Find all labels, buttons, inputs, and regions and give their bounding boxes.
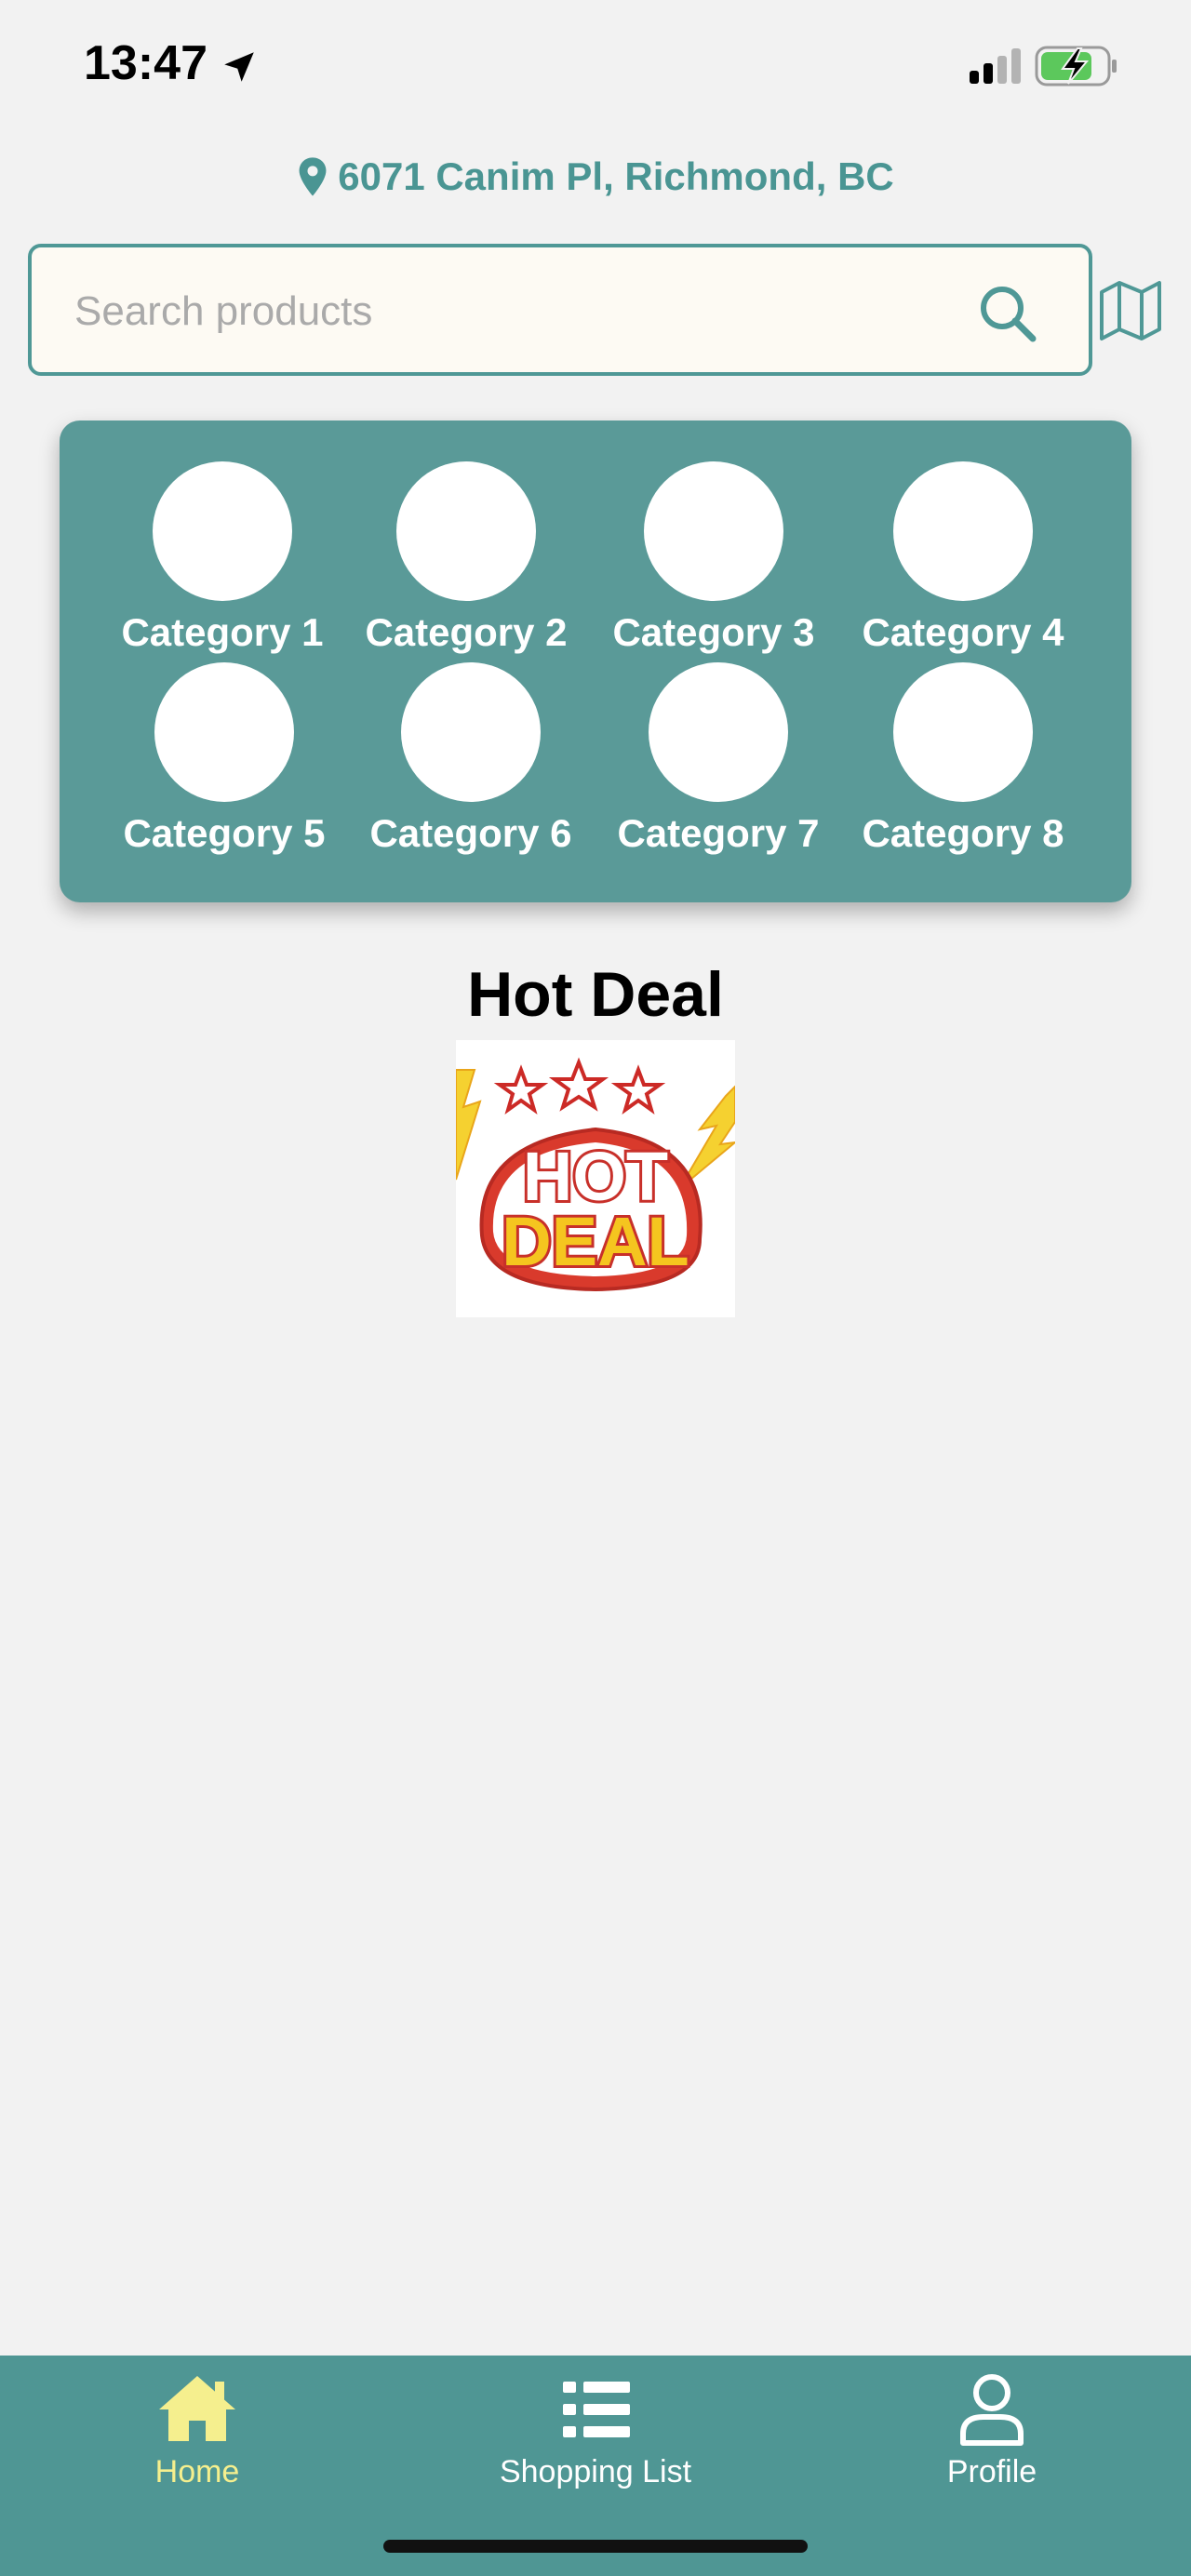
home-icon bbox=[159, 2376, 235, 2441]
nav-item-shopping-list[interactable]: Shopping List bbox=[456, 2356, 735, 2542]
cellular-signal-icon bbox=[970, 48, 1021, 84]
nav-item-profile[interactable]: Profile bbox=[852, 2356, 1131, 2542]
category-item-5[interactable]: Category 5 bbox=[99, 621, 350, 855]
battery-charging-icon bbox=[1035, 46, 1117, 87]
category-item-7[interactable]: Category 7 bbox=[593, 621, 844, 855]
hot-deal-title: Hot Deal bbox=[467, 959, 724, 1030]
list-icon bbox=[563, 2382, 630, 2437]
category-item-8[interactable]: Category 8 bbox=[837, 621, 1089, 855]
location-arrow-icon bbox=[224, 52, 254, 82]
nav-label-profile: Profile bbox=[946, 2454, 1037, 2489]
category-image bbox=[893, 461, 1033, 601]
category-label: Category 7 bbox=[617, 811, 820, 855]
hot-deal-image[interactable]: HOT DEAL bbox=[456, 1040, 735, 1317]
location-header[interactable]: 6071 Canim Pl, Richmond, BC bbox=[0, 149, 1191, 205]
category-item-3[interactable]: Category 3 bbox=[588, 420, 839, 654]
home-indicator bbox=[383, 2540, 808, 2553]
category-image bbox=[401, 662, 541, 802]
map-icon[interactable] bbox=[1098, 279, 1163, 342]
category-item-4[interactable]: Category 4 bbox=[837, 420, 1089, 654]
nav-label-home: Home bbox=[154, 2454, 240, 2489]
category-label: Category 8 bbox=[862, 811, 1064, 855]
category-image bbox=[649, 662, 788, 802]
category-image bbox=[153, 461, 292, 601]
category-image bbox=[893, 662, 1033, 802]
search-bar bbox=[28, 244, 1092, 376]
category-image bbox=[396, 461, 536, 601]
nav-item-home[interactable]: Home bbox=[58, 2356, 337, 2542]
search-icon[interactable] bbox=[975, 281, 1040, 346]
category-panel: Category 1 Category 2 Category 3 Categor… bbox=[60, 420, 1131, 902]
category-label: Category 6 bbox=[369, 811, 572, 855]
category-image bbox=[644, 461, 783, 601]
category-item-1[interactable]: Category 1 bbox=[97, 420, 348, 654]
category-item-2[interactable]: Category 2 bbox=[341, 420, 592, 654]
hot-deal-logo: HOT DEAL bbox=[456, 1057, 735, 1292]
nav-label-shopping-list: Shopping List bbox=[499, 2454, 692, 2489]
user-icon bbox=[960, 2374, 1024, 2446]
deal-text: DEAL bbox=[502, 1203, 689, 1280]
address-text: 6071 Canim Pl, Richmond, BC bbox=[338, 154, 894, 198]
category-item-6[interactable]: Category 6 bbox=[345, 621, 596, 855]
map-pin-icon bbox=[299, 157, 327, 196]
category-label: Category 5 bbox=[123, 811, 326, 855]
search-input[interactable] bbox=[74, 281, 949, 342]
status-time: 13:47 bbox=[84, 36, 207, 90]
category-image bbox=[154, 662, 294, 802]
